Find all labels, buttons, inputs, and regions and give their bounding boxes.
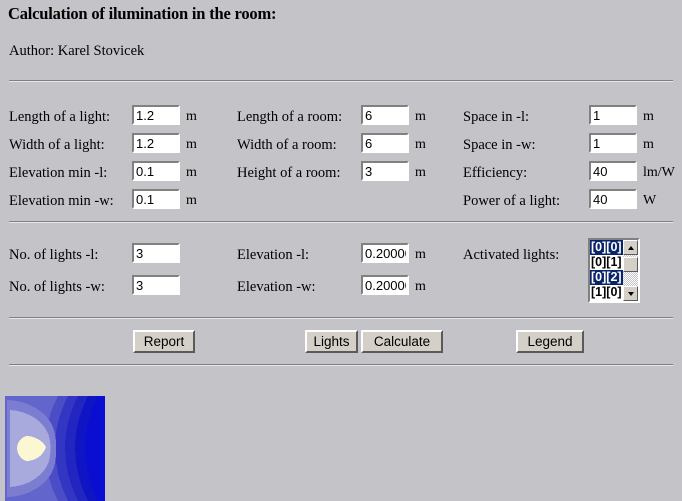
label-elevation-l: Elevation -l: [237, 247, 310, 263]
calculate-button[interactable]: Calculate [361, 330, 443, 353]
field-row-width-of-a-room: Width of a room: [237, 134, 337, 156]
input-elevation-min-w[interactable] [132, 189, 180, 209]
input-elevation-w[interactable] [361, 275, 409, 295]
unit-space-in-w: m [643, 137, 654, 152]
lights-button[interactable]: Lights [305, 330, 358, 353]
scrollbar-thumb[interactable] [623, 257, 638, 272]
report-button[interactable]: Report [133, 330, 195, 353]
illumination-contour-map [5, 396, 105, 501]
field-row-elevation-l: Elevation -l: [237, 244, 309, 266]
label-length-of-a-light: Length of a light: [9, 109, 111, 125]
label-elevation-min-w: Elevation min -w: [9, 193, 114, 209]
label-activated-lights: Activated lights: [463, 247, 560, 263]
divider-buttons-top [9, 317, 673, 319]
input-power-of-a-light[interactable] [589, 189, 637, 209]
contour-bands [5, 396, 97, 501]
field-row-elevation-w: Elevation -w: [237, 276, 316, 298]
field-row-efficiency: Efficiency: [463, 162, 527, 184]
legend-button[interactable]: Legend [516, 330, 584, 353]
label-no-of-lights-l: No. of lights -l: [9, 247, 99, 263]
unit-elevation-l: m [415, 247, 426, 262]
unit-length-of-a-light: m [186, 109, 197, 124]
field-row-space-in-l: Space in -l: [463, 106, 529, 128]
input-efficiency[interactable] [589, 161, 637, 181]
label-efficiency: Efficiency: [463, 165, 528, 181]
input-width-of-a-room[interactable] [361, 133, 409, 153]
input-elevation-min-l[interactable] [132, 161, 180, 181]
divider-middle [9, 221, 673, 223]
label-space-in-l: Space in -l: [463, 109, 530, 125]
label-length-of-a-room: Length of a room: [237, 109, 343, 125]
label-power-of-a-light: Power of a light: [463, 193, 561, 209]
field-row-length-of-a-room: Length of a room: [237, 106, 342, 128]
input-no-of-lights-l[interactable] [132, 243, 180, 263]
unit-width-of-a-room: m [415, 137, 426, 152]
field-row-space-in-w: Space in -w: [463, 134, 535, 156]
application-page: Calculation of ilumination in the room: … [0, 0, 682, 501]
list-item[interactable]: [0][1] [590, 255, 623, 270]
unit-height-of-a-room: m [415, 165, 426, 180]
unit-elevation-w: m [415, 279, 426, 294]
field-row-no-of-lights-l: No. of lights -l: [9, 244, 98, 266]
field-row-power-of-a-light: Power of a light: [463, 190, 560, 212]
input-elevation-l[interactable] [361, 243, 409, 263]
label-elevation-w: Elevation -w: [237, 279, 316, 295]
label-height-of-a-room: Height of a room: [237, 165, 341, 181]
divider-top [9, 80, 673, 82]
label-space-in-w: Space in -w: [463, 137, 536, 153]
scroll-down-button[interactable] [623, 286, 638, 301]
input-no-of-lights-w[interactable] [132, 275, 180, 295]
unit-efficiency: lm/W [643, 165, 675, 180]
label-elevation-min-l: Elevation min -l: [9, 165, 108, 181]
label-width-of-a-room: Width of a room: [237, 137, 337, 153]
input-space-in-w[interactable] [589, 133, 637, 153]
input-width-of-a-light[interactable] [132, 133, 180, 153]
list-item[interactable]: [0][0] [590, 240, 623, 255]
author-text: Author: Karel Stovicek [9, 43, 145, 59]
input-length-of-a-light[interactable] [132, 105, 180, 125]
divider-bottom [9, 364, 673, 366]
contour-map-svg [5, 396, 105, 501]
page-title: Calculation of ilumination in the room: [8, 4, 277, 23]
input-space-in-l[interactable] [589, 105, 637, 125]
unit-length-of-a-room: m [415, 109, 426, 124]
activated-lights-listbox[interactable]: [0][0] [0][1] [0][2] [1][0] [588, 238, 640, 303]
list-item[interactable]: [0][2] [590, 270, 623, 285]
unit-space-in-l: m [643, 109, 654, 124]
label-no-of-lights-w: No. of lights -w: [9, 279, 105, 295]
scroll-up-button[interactable] [623, 240, 638, 255]
list-item[interactable]: [1][0] [590, 285, 623, 300]
listbox-scrollbar[interactable] [623, 240, 638, 301]
input-height-of-a-room[interactable] [361, 161, 409, 181]
field-row-elevation-min-l: Elevation min -l: [9, 162, 107, 184]
input-length-of-a-room[interactable] [361, 105, 409, 125]
field-row-height-of-a-room: Height of a room: [237, 162, 341, 184]
chevron-up-icon [627, 245, 634, 250]
field-row-no-of-lights-w: No. of lights -w: [9, 276, 105, 298]
unit-power-of-a-light: W [643, 193, 657, 208]
field-row-elevation-min-w: Elevation min -w: [9, 190, 114, 212]
chevron-down-icon [627, 291, 634, 296]
unit-elevation-min-l: m [186, 165, 197, 180]
field-row-length-of-a-light: Length of a light: [9, 106, 110, 128]
unit-elevation-min-w: m [186, 193, 197, 208]
label-width-of-a-light: Width of a light: [9, 137, 105, 153]
field-row-activated-lights: Activated lights: [463, 244, 559, 266]
field-row-width-of-a-light: Width of a light: [9, 134, 105, 156]
activated-lights-options[interactable]: [0][0] [0][1] [0][2] [1][0] [590, 240, 623, 301]
unit-width-of-a-light: m [186, 137, 197, 152]
